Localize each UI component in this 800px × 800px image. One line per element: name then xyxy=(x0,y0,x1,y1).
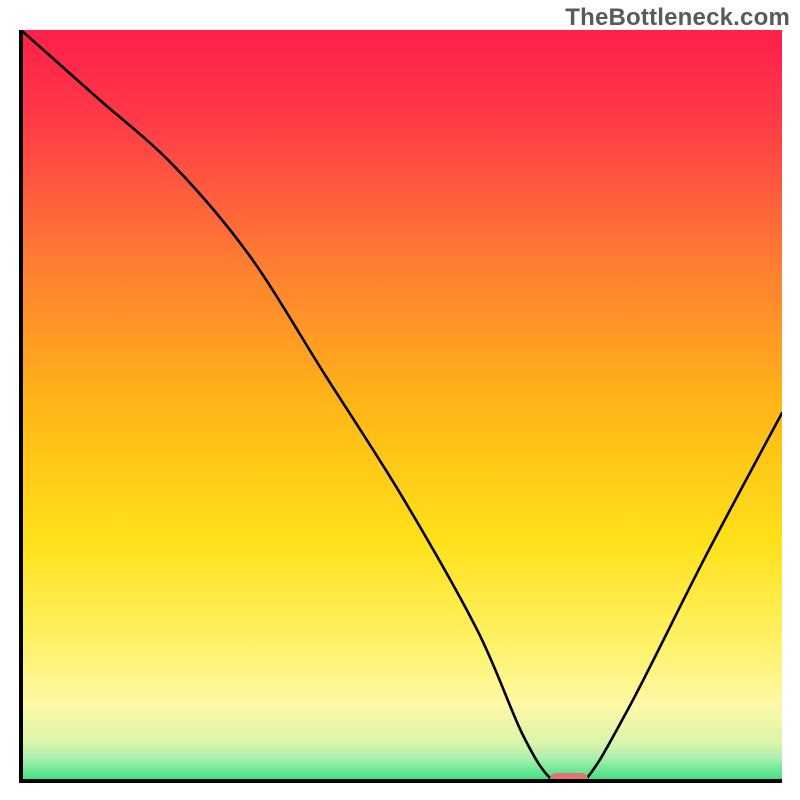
chart-svg xyxy=(18,30,782,784)
watermark-text: TheBottleneck.com xyxy=(565,4,790,32)
gradient-background xyxy=(21,30,782,781)
chart-container xyxy=(18,30,782,784)
